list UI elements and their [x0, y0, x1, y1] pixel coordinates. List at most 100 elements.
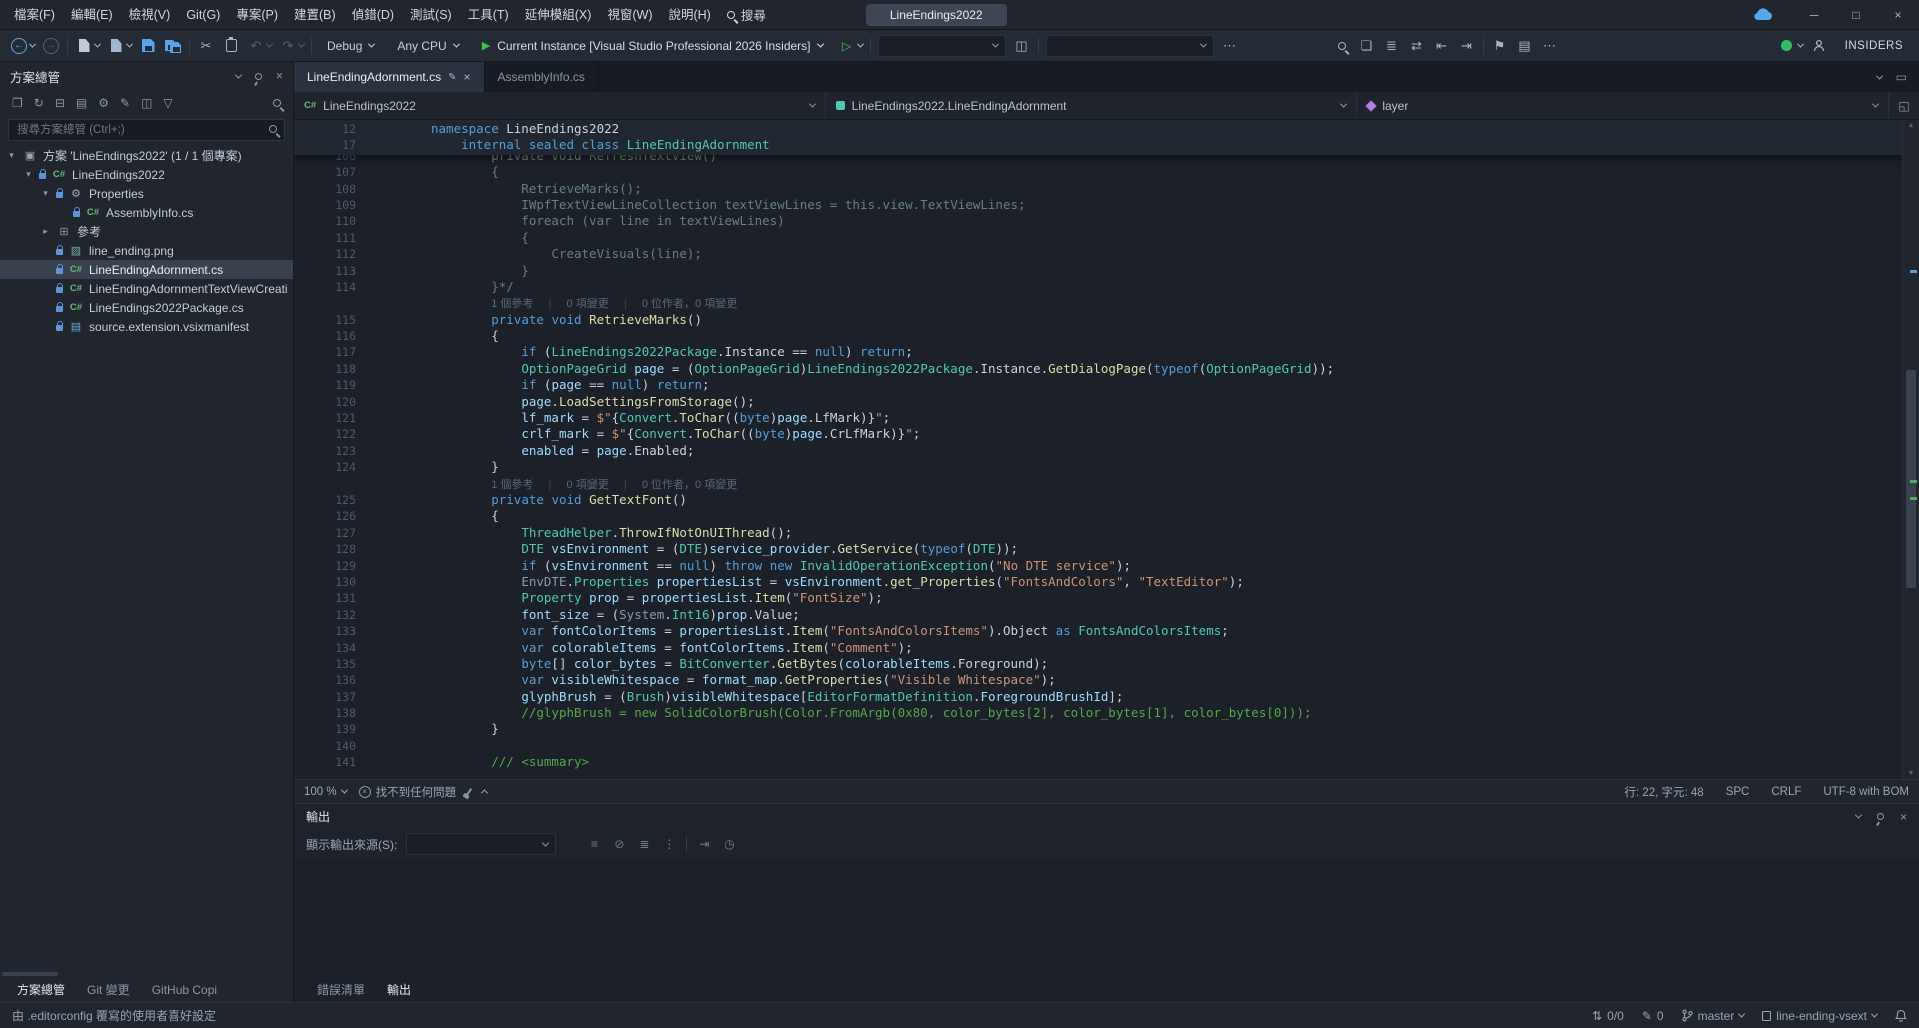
panel-tab[interactable]: 錯誤清單 — [308, 978, 374, 1002]
close-tab-icon[interactable]: × — [463, 70, 470, 84]
close-button[interactable]: × — [1877, 0, 1919, 30]
new-project-chevron-icon[interactable] — [94, 41, 101, 48]
git-branch-indicator[interactable]: master — [1682, 1009, 1745, 1023]
code-line[interactable]: 130 EnvDTE.Properties propertiesList = v… — [294, 574, 1902, 590]
pin-icon[interactable] — [1876, 812, 1886, 822]
pending-edits-indicator[interactable]: ✎ 0 — [1642, 1009, 1664, 1023]
new-project-button[interactable] — [75, 35, 93, 57]
history-icon[interactable]: ◷ — [721, 837, 737, 851]
tree-item[interactable]: ▾⚙Properties — [0, 184, 293, 203]
navigate-back-chevron-icon[interactable] — [29, 41, 36, 48]
code-viewport[interactable]: 12namespace LineEndings202217 internal s… — [294, 120, 1902, 779]
code-line[interactable]: 128 DTE vsEnvironment = (DTE)service_pro… — [294, 541, 1902, 557]
bookmark-list-icon[interactable]: ▤ — [1516, 35, 1534, 57]
tool-window-tab[interactable]: Git 變更 — [78, 978, 139, 1002]
comment-icon[interactable]: ❏ — [1358, 35, 1376, 57]
tree-item[interactable]: C#LineEndingAdornment.cs — [0, 260, 293, 279]
code-line[interactable]: 110 foreach (var line in textViewLines) — [294, 213, 1902, 229]
zoom-dropdown[interactable]: 100 % — [304, 786, 347, 798]
clear-all-icon[interactable]: ⊘ — [611, 837, 627, 851]
scrollbar-thumb[interactable] — [1906, 370, 1916, 588]
code-line[interactable]: 127 ThreadHelper.ThrowIfNotOnUIThread(); — [294, 525, 1902, 541]
add-item-chevron-icon[interactable] — [126, 41, 133, 48]
tree-item[interactable]: ▾C#LineEndings2022 — [0, 165, 293, 184]
save-button[interactable] — [139, 35, 157, 57]
codelens-item[interactable]: 0 項變更 — [567, 479, 609, 491]
menu-item[interactable]: 編輯(E) — [63, 0, 121, 30]
indent-decrease-icon[interactable]: ⇤ — [1433, 35, 1451, 57]
web-preview-icon[interactable]: ◫ — [1013, 35, 1031, 57]
code-line[interactable]: 111 { — [294, 230, 1902, 246]
pin-icon[interactable] — [253, 71, 263, 81]
menu-item[interactable]: 測試(S) — [402, 0, 460, 30]
code-line[interactable]: 139 } — [294, 721, 1902, 737]
encoding[interactable]: UTF-8 with BOM — [1823, 786, 1909, 798]
line-ending-mode[interactable]: CRLF — [1771, 786, 1801, 798]
more-options-icon[interactable]: ⋯ — [1221, 35, 1239, 57]
menu-item[interactable]: 專案(P) — [228, 0, 286, 30]
chevron-up-icon[interactable] — [481, 789, 488, 796]
code-line[interactable]: 136 var visibleWhitespace = format_map.G… — [294, 672, 1902, 688]
properties-icon[interactable]: ⚙ — [98, 96, 109, 110]
close-icon[interactable]: × — [276, 69, 283, 83]
code-line[interactable]: 112 CreateVisuals(line); — [294, 246, 1902, 262]
code-editor[interactable]: 12namespace LineEndings202217 internal s… — [294, 120, 1919, 779]
add-item-button[interactable] — [107, 35, 125, 57]
task-list-icon[interactable]: ≣ — [1383, 35, 1401, 57]
menu-item[interactable]: 工具(T) — [460, 0, 517, 30]
code-cleanup-icon[interactable] — [466, 788, 472, 796]
code-line[interactable]: 108 RetrieveMarks(); — [294, 181, 1902, 197]
sync-commits-indicator[interactable]: ⇅ 0/0 — [1592, 1009, 1624, 1023]
toolbar-combobox[interactable] — [1046, 35, 1214, 57]
code-line[interactable]: 119 if (page == null) return; — [294, 377, 1902, 393]
codelens-row[interactable]: 1 個參考 | 0 項變更 | 0 位作者，0 項變更 — [294, 476, 1902, 492]
bookmark-icon[interactable]: ⚑ — [1491, 35, 1509, 57]
redo-button[interactable]: ↷ — [279, 35, 297, 57]
chevron-down-icon[interactable]: ▾ — [23, 169, 34, 180]
float-window-icon[interactable]: ▭ — [1896, 70, 1907, 84]
solution-platform-dropdown[interactable]: Any CPU — [389, 34, 466, 58]
codelens-item[interactable]: 1 個參考 — [491, 479, 533, 491]
filter-icon[interactable]: ▽ — [163, 96, 172, 110]
tree-item[interactable]: C#AssemblyInfo.cs — [0, 203, 293, 222]
code-line[interactable]: 121 lf_mark = $"{Convert.ToChar((byte)pa… — [294, 410, 1902, 426]
toolbar-combobox[interactable] — [878, 35, 1006, 57]
menu-item[interactable]: 視窗(W) — [599, 0, 660, 30]
code-line[interactable]: 137 glyphBrush = (Brush)visibleWhitespac… — [294, 689, 1902, 705]
tree-item[interactable]: ▨line_ending.png — [0, 241, 293, 260]
find-icon[interactable] — [1333, 35, 1351, 57]
breadcrumb-dropdown[interactable]: LineEndings2022.LineEndingAdornment — [826, 92, 1358, 119]
code-line[interactable]: 115 private void RetrieveMarks() — [294, 312, 1902, 328]
toolbar-overflow-icon[interactable]: ⋯ — [1541, 35, 1559, 57]
codelens-row[interactable]: 1 個參考 | 0 項變更 | 0 位作者，0 項變更 — [294, 295, 1902, 311]
word-wrap-icon[interactable]: ≡ — [586, 837, 602, 851]
minimize-button[interactable]: ─ — [1793, 0, 1835, 30]
caret-position[interactable]: 行: 22, 字元: 48 — [1624, 784, 1703, 800]
title-solution-box[interactable]: LineEndings2022 — [866, 4, 1007, 26]
tab-list-chevron-icon[interactable] — [1876, 72, 1883, 79]
code-line[interactable]: 132 font_size = (System.Int16)prop.Value… — [294, 607, 1902, 623]
scroll-down-icon[interactable]: ▼ — [1903, 770, 1919, 777]
horizontal-scrollbar-thumb[interactable] — [2, 972, 58, 976]
code-line[interactable]: 134 var colorableItems = fontColorItems.… — [294, 640, 1902, 656]
code-line[interactable]: 120 page.LoadSettingsFromStorage(); — [294, 394, 1902, 410]
menu-item[interactable]: 說明(H) — [660, 0, 718, 30]
chevron-down-icon[interactable] — [1855, 812, 1862, 819]
redo-chevron-icon[interactable] — [298, 41, 305, 48]
menu-item[interactable]: 延伸模組(X) — [517, 0, 600, 30]
menu-item[interactable]: Git(G) — [178, 0, 228, 30]
code-line[interactable]: 123 enabled = page.Enabled; — [294, 443, 1902, 459]
tool-window-tab[interactable]: 方案總管 — [8, 978, 74, 1002]
menu-item[interactable]: 檢視(V) — [121, 0, 179, 30]
switch-views-icon[interactable]: ❐ — [12, 96, 23, 110]
code-line[interactable]: 133 var fontColorItems = propertiesList.… — [294, 623, 1902, 639]
codelens-item[interactable]: 1 個參考 — [491, 298, 533, 310]
cut-icon[interactable]: ✂ — [197, 35, 215, 57]
codelens-item[interactable]: 0 位作者，0 項變更 — [642, 298, 737, 310]
breadcrumb-dropdown[interactable]: layer — [1357, 92, 1889, 119]
editor-tab[interactable]: AssemblyInfo.cs — [485, 62, 599, 92]
maximize-button[interactable]: □ — [1835, 0, 1877, 30]
navigate-forward-button[interactable]: → — [42, 35, 60, 57]
navigate-back-button[interactable]: ← — [10, 35, 28, 57]
indent-increase-icon[interactable]: ⇥ — [1458, 35, 1476, 57]
